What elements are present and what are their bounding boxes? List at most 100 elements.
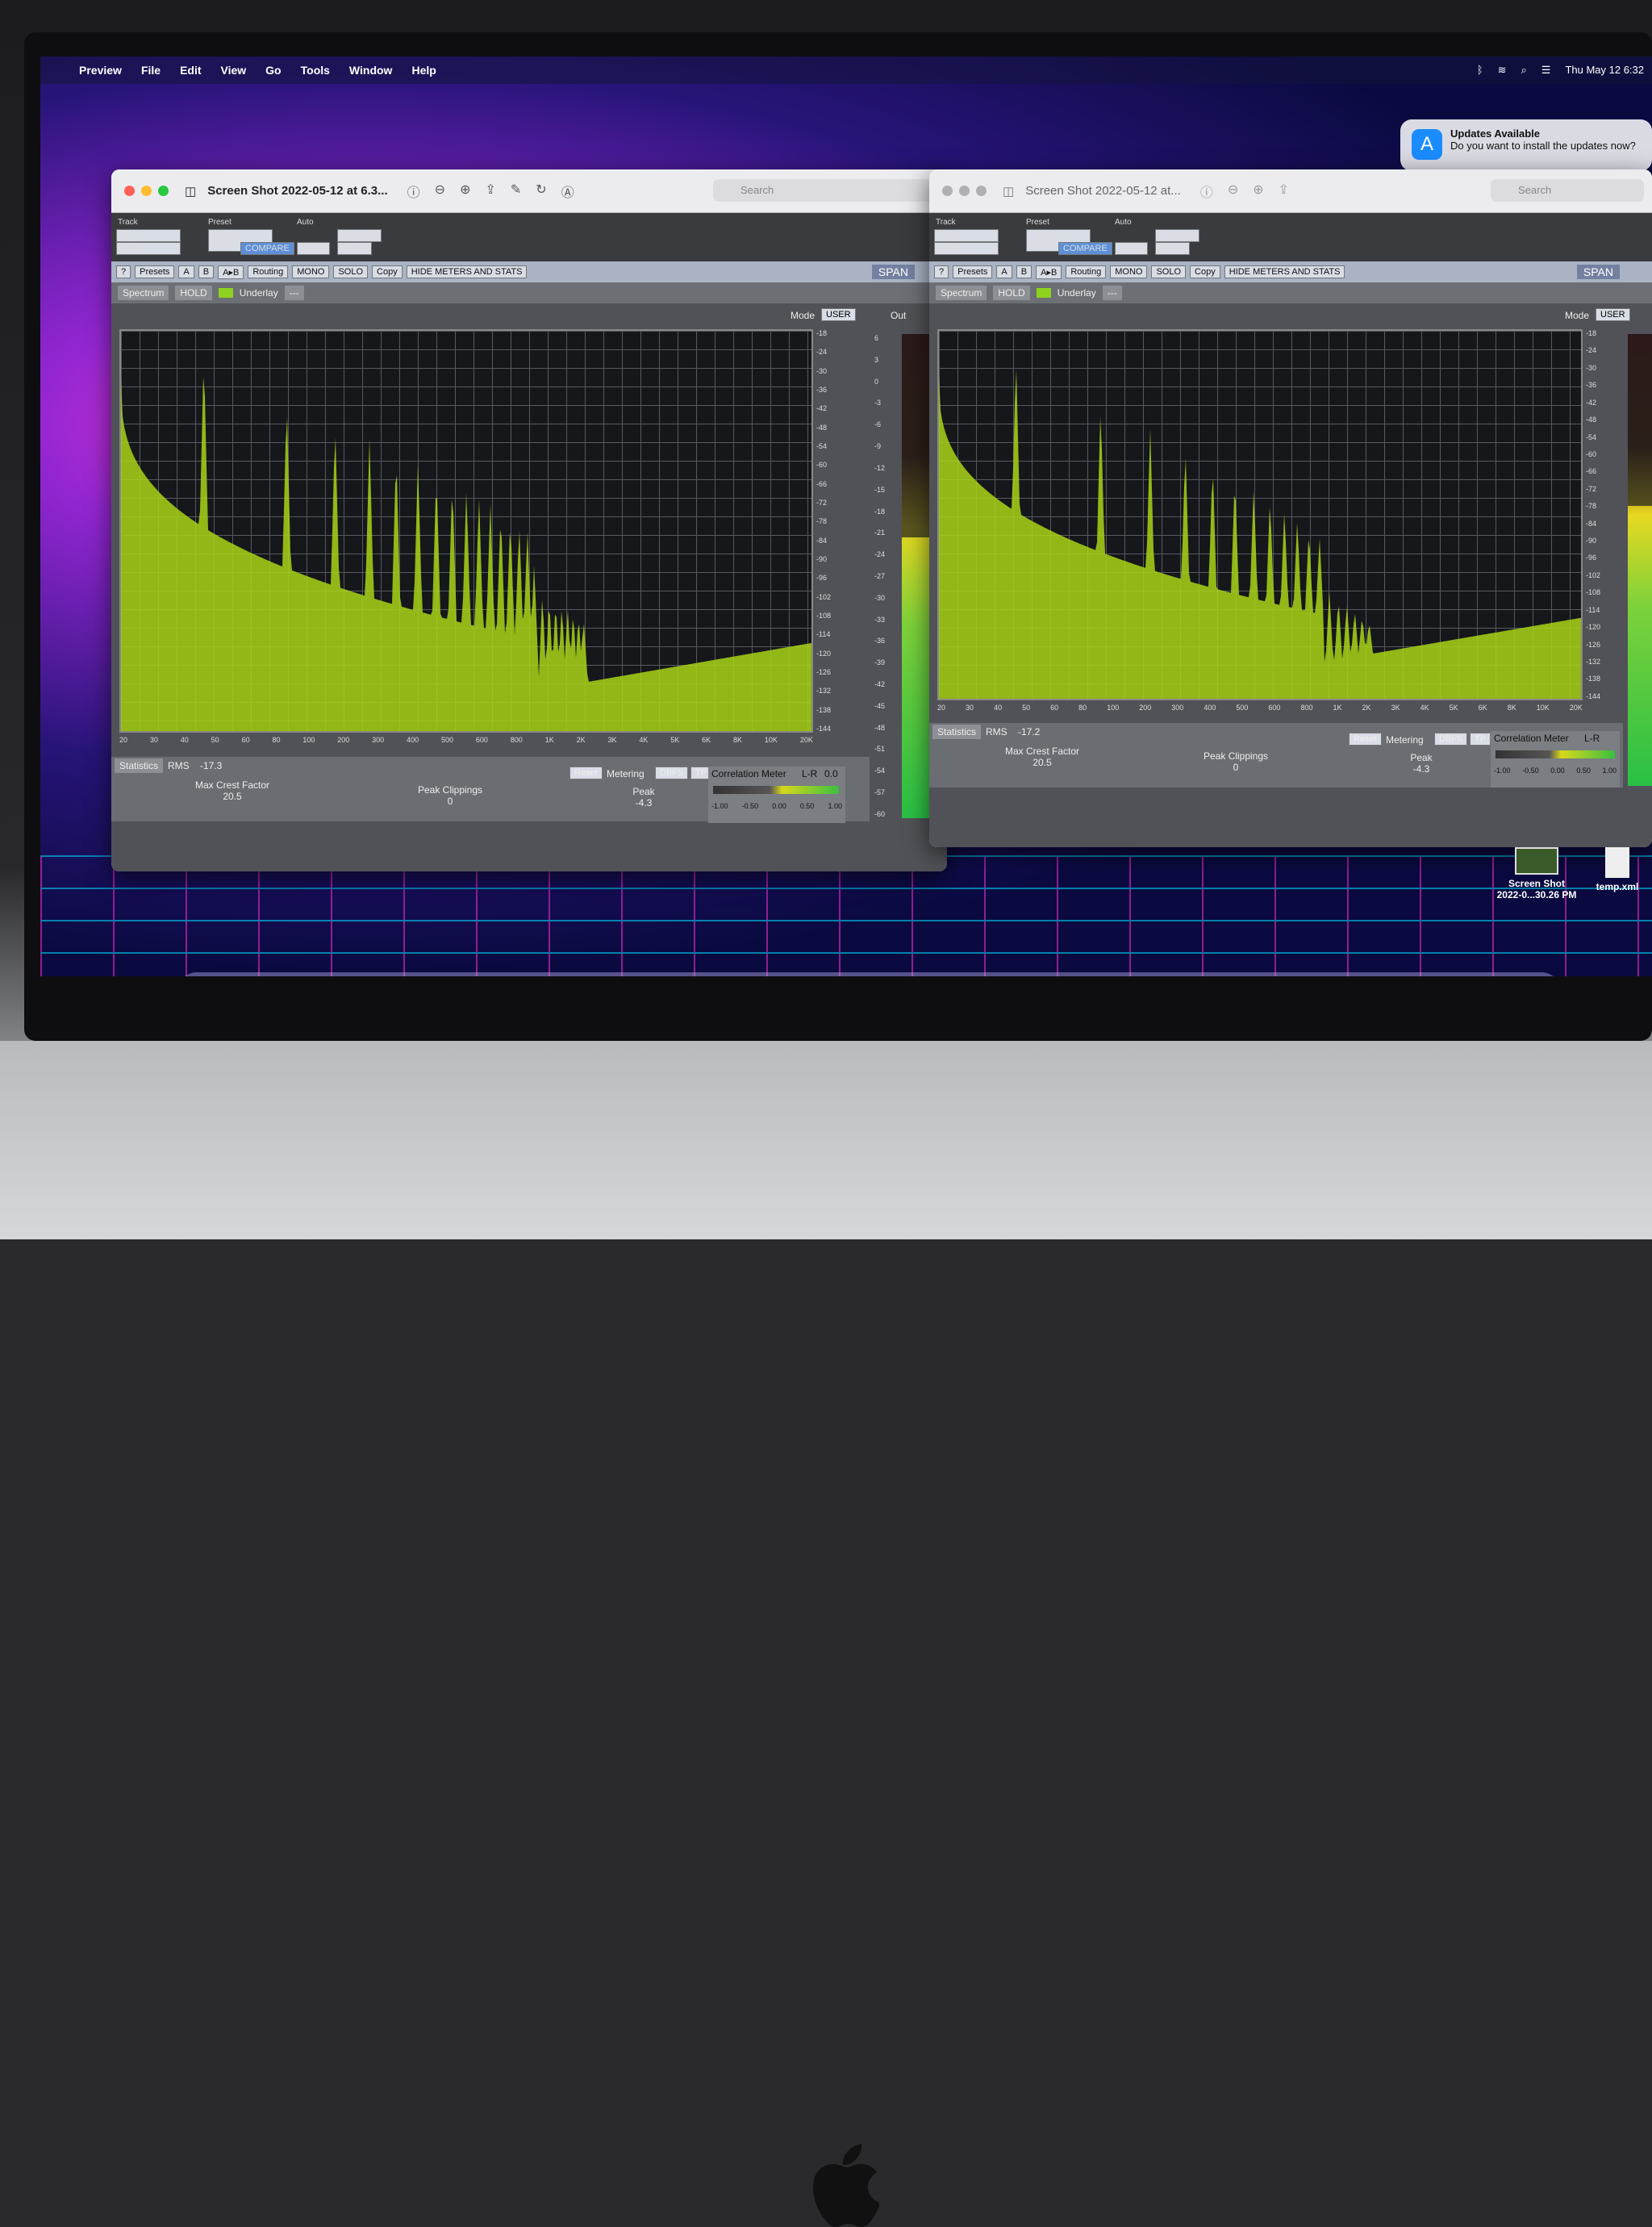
- close-button[interactable]: [124, 186, 135, 196]
- rotate-icon[interactable]: ↻: [536, 182, 546, 201]
- menu-view[interactable]: View: [221, 64, 247, 77]
- zoom-out-icon[interactable]: ⊖: [435, 182, 445, 201]
- window-titlebar[interactable]: ◫ Screen Shot 2022-05-12 at 6.3... ⓘ ⊖ ⊕…: [111, 169, 947, 213]
- scale-tick: 60: [241, 736, 250, 744]
- underlay-select[interactable]: ---: [284, 286, 304, 300]
- native-button[interactable]: Native: [337, 242, 373, 255]
- presets-button[interactable]: Presets: [135, 265, 175, 278]
- track-select[interactable]: Aux 1: [116, 229, 181, 242]
- zoom-in-icon[interactable]: ⊕: [1253, 182, 1263, 201]
- state-b-button[interactable]: B: [198, 265, 215, 278]
- bypass-button[interactable]: BYPASS: [337, 229, 382, 242]
- mode-select[interactable]: USER: [1596, 308, 1630, 321]
- compare-button[interactable]: COMPARE: [240, 242, 294, 255]
- help-button[interactable]: ?: [934, 265, 949, 278]
- solo-button[interactable]: SOLO: [333, 265, 369, 278]
- mono-button[interactable]: MONO: [1110, 265, 1148, 278]
- scale-tick: 600: [475, 736, 488, 744]
- menu-app-preview[interactable]: Preview: [79, 64, 122, 77]
- copy-a-to-b-button[interactable]: A▸B: [1036, 265, 1062, 279]
- crest-value: 20.5: [223, 791, 242, 802]
- routing-button[interactable]: Routing: [1066, 265, 1107, 278]
- dbfs-select[interactable]: DBFS: [655, 767, 689, 779]
- safe-button[interactable]: SAFE: [297, 242, 330, 255]
- scale-tick: -18: [874, 507, 886, 516]
- menu-go[interactable]: Go: [265, 64, 281, 77]
- statistics-tab[interactable]: Statistics: [115, 758, 164, 773]
- safe-button[interactable]: SAFE: [1115, 242, 1148, 255]
- zoom-button[interactable]: [158, 186, 169, 196]
- menu-tools[interactable]: Tools: [301, 64, 330, 77]
- copy-button[interactable]: Copy: [372, 265, 403, 278]
- scale-tick: -60: [816, 461, 828, 470]
- info-icon[interactable]: ⓘ: [407, 182, 420, 201]
- frequency-scale: 20 30 40 50 60 80 100 200 300 400 500 600 800 1K 2K 3K 4…: [937, 704, 1583, 715]
- scale-tick: 400: [407, 736, 419, 744]
- spectrum-plot[interactable]: [937, 329, 1583, 700]
- zoom-in-icon[interactable]: ⊕: [460, 182, 470, 201]
- desktop-file-xml[interactable]: temp.xml: [1589, 847, 1646, 892]
- zoom-out-icon[interactable]: ⊖: [1228, 182, 1238, 201]
- menu-clock[interactable]: Thu May 12 6:32: [1565, 64, 1644, 77]
- window-titlebar-2[interactable]: ◫ Screen Shot 2022-05-12 at... ⓘ ⊖ ⊕ ⇪ S…: [929, 169, 1652, 213]
- clip-value: 0: [447, 796, 453, 807]
- menu-help[interactable]: Help: [411, 64, 436, 77]
- state-a-button[interactable]: A: [996, 265, 1012, 278]
- bypass-button[interactable]: BYPASS: [1155, 229, 1200, 242]
- copy-button[interactable]: Copy: [1190, 265, 1220, 278]
- underlay-select[interactable]: ---: [1102, 286, 1122, 300]
- annotate-icon[interactable]: Ⓐ: [561, 182, 574, 201]
- search-input[interactable]: Search: [1491, 179, 1644, 202]
- scale-tick: -114: [816, 630, 831, 639]
- close-button[interactable]: [942, 186, 953, 196]
- track-select[interactable]: Aux 1: [934, 229, 999, 242]
- plugin-select[interactable]: SPAN: [934, 242, 999, 255]
- help-button[interactable]: ?: [116, 265, 131, 278]
- share-icon[interactable]: ⇪: [1279, 182, 1289, 201]
- spectrum-plot[interactable]: [119, 329, 813, 733]
- plugin-select[interactable]: SPAN: [116, 242, 181, 255]
- state-a-button[interactable]: A: [178, 265, 194, 278]
- menu-window[interactable]: Window: [349, 64, 393, 77]
- info-icon[interactable]: ⓘ: [1200, 182, 1213, 201]
- sidebar-toggle-icon[interactable]: ◫: [185, 184, 196, 198]
- scale-tick: 10K: [1536, 704, 1550, 712]
- hide-meters-button[interactable]: HIDE METERS AND STATS: [406, 265, 528, 278]
- share-icon[interactable]: ⇪: [485, 182, 495, 201]
- statistics-tab[interactable]: Statistics: [932, 725, 982, 739]
- dbfs-select[interactable]: DBFS: [1434, 733, 1468, 746]
- reset-button[interactable]: Reset: [569, 767, 603, 779]
- bluetooth-status-icon[interactable]: ᛒ: [1477, 64, 1483, 77]
- hide-meters-button[interactable]: HIDE METERS AND STATS: [1224, 265, 1345, 278]
- copy-a-to-b-button[interactable]: A▸B: [218, 265, 244, 279]
- routing-button[interactable]: Routing: [248, 265, 289, 278]
- mono-button[interactable]: MONO: [292, 265, 330, 278]
- scale-tick: -132: [816, 687, 832, 696]
- minimize-button[interactable]: [141, 186, 152, 196]
- menu-file[interactable]: File: [141, 64, 161, 77]
- hold-button[interactable]: HOLD: [993, 286, 1030, 300]
- desktop-file-screenshot[interactable]: Screen Shot 2022-0...30.26 PM: [1492, 847, 1581, 900]
- menu-edit[interactable]: Edit: [180, 64, 201, 77]
- reset-button[interactable]: Reset: [1349, 733, 1382, 746]
- sidebar-toggle-icon[interactable]: ◫: [1003, 184, 1014, 198]
- solo-button[interactable]: SOLO: [1151, 265, 1187, 278]
- update-notification[interactable]: A Updates Available Do you want to insta…: [1400, 119, 1652, 171]
- markup-icon[interactable]: ✎: [511, 182, 521, 201]
- mode-select[interactable]: USER: [821, 308, 856, 321]
- hold-button[interactable]: HOLD: [175, 286, 212, 300]
- search-input[interactable]: Search: [713, 179, 939, 202]
- compare-button[interactable]: COMPARE: [1058, 242, 1112, 255]
- tp-button[interactable]: TP: [1470, 733, 1491, 746]
- wifi-icon[interactable]: ≋: [1498, 64, 1507, 77]
- zoom-button[interactable]: [976, 186, 987, 196]
- native-button[interactable]: Native: [1155, 242, 1191, 255]
- spotlight-search-icon[interactable]: ⌕: [1521, 64, 1527, 77]
- minimize-button[interactable]: [959, 186, 970, 196]
- tab-spectrum[interactable]: Spectrum: [936, 286, 987, 300]
- control-center-icon[interactable]: ☰: [1541, 64, 1551, 77]
- tab-spectrum[interactable]: Spectrum: [118, 286, 169, 300]
- state-b-button[interactable]: B: [1016, 265, 1032, 278]
- xml-file-icon: [1605, 847, 1629, 878]
- presets-button[interactable]: Presets: [953, 265, 993, 278]
